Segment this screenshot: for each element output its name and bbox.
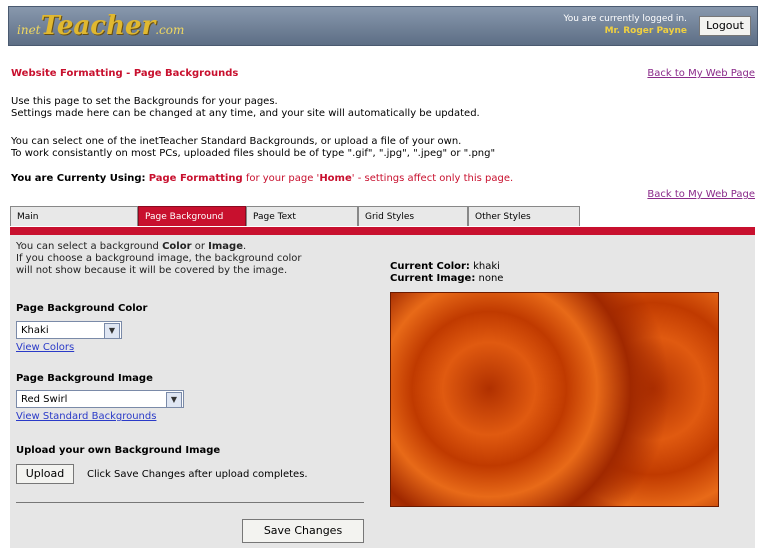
intro-or: or — [191, 241, 209, 252]
tab-main[interactable]: Main — [10, 206, 138, 226]
intro-line-2: Settings made here can be changed at any… — [11, 108, 480, 119]
intro-color: Color — [162, 241, 192, 252]
image-select[interactable]: Red Swirl ▼ — [16, 390, 184, 408]
using-mid: for your page ' — [245, 173, 320, 184]
intro-a: You can select a background — [16, 241, 163, 252]
upload-label: Upload your own Background Image — [16, 445, 221, 456]
divider — [16, 502, 364, 503]
logo-teacher: Teacher — [40, 11, 156, 41]
user-name: Mr. Roger Payne — [604, 26, 687, 36]
panel-intro: You can select a background Color or Ima… — [16, 241, 302, 277]
app-header: inetTeacher.com You are currently logged… — [8, 6, 758, 46]
color-select[interactable]: Khaki ▼ — [16, 321, 122, 339]
login-status: You are currently logged in. Mr. Roger P… — [563, 13, 687, 37]
current-image-line: Current Image: none — [390, 273, 503, 285]
chevron-down-icon[interactable]: ▼ — [166, 392, 182, 408]
logout-button[interactable]: Logout — [699, 16, 751, 36]
back-to-web-page-link-bottom[interactable]: Back to My Web Page — [647, 189, 755, 200]
tab-page-text[interactable]: Page Text — [246, 206, 358, 226]
using-value: Page Formatting — [148, 173, 243, 184]
panel-intro-line-1: You can select a background Color or Ima… — [16, 241, 302, 253]
intro-text: Use this page to set the Backgrounds for… — [11, 96, 480, 120]
image-select-value: Red Swirl — [21, 394, 68, 405]
logo-inet: inet — [17, 23, 41, 37]
current-image-value: none — [478, 273, 504, 284]
chevron-down-icon[interactable]: ▼ — [104, 323, 120, 339]
upload-button[interactable]: Upload — [16, 464, 74, 484]
using-suffix: ' - settings affect only this page. — [351, 173, 514, 184]
using-page: Home — [319, 173, 352, 184]
current-color-line: Current Color: khaki — [390, 261, 503, 273]
intro-image: Image — [208, 241, 243, 252]
page-title: Website Formatting - Page Backgrounds — [11, 68, 239, 79]
current-color-value: khaki — [473, 261, 500, 272]
current-usage-line: You are Currenty Using: Page Formatting … — [11, 173, 513, 184]
background-settings-panel: You can select a background Color or Ima… — [10, 235, 755, 548]
color-select-value: Khaki — [21, 325, 49, 336]
logged-in-text: You are currently logged in. — [563, 14, 687, 24]
intro-dot: . — [242, 241, 247, 252]
current-image-label: Current Image: — [390, 273, 476, 284]
save-changes-button[interactable]: Save Changes — [242, 519, 364, 543]
panel-intro-line-2: If you choose a background image, the ba… — [16, 253, 302, 264]
view-standard-backgrounds-link[interactable]: View Standard Backgrounds — [16, 411, 156, 422]
image-label: Page Background Image — [16, 373, 153, 384]
intro-line-1: Use this page to set the Backgrounds for… — [11, 96, 278, 107]
background-preview-image — [390, 292, 719, 507]
tab-grid-styles[interactable]: Grid Styles — [358, 206, 468, 226]
view-colors-link[interactable]: View Colors — [16, 342, 74, 353]
upload-hint: Click Save Changes after upload complete… — [87, 469, 308, 480]
tab-underline-bar — [10, 227, 755, 235]
inetteacher-logo[interactable]: inetTeacher.com — [17, 11, 184, 41]
logo-com: .com — [155, 23, 185, 37]
info-text: You can select one of the inetTeacher St… — [11, 136, 495, 160]
tab-other-styles[interactable]: Other Styles — [468, 206, 580, 226]
current-color-label: Current Color: — [390, 261, 470, 272]
tab-page-background[interactable]: Page Background — [138, 206, 246, 226]
info-line-2: To work consistantly on most PCs, upload… — [11, 148, 496, 159]
tab-strip: Main Page Background Page Text Grid Styl… — [10, 206, 755, 228]
info-line-1: You can select one of the inetTeacher St… — [11, 136, 462, 147]
current-settings: Current Color: khaki Current Image: none — [390, 261, 503, 285]
color-label: Page Background Color — [16, 303, 148, 314]
panel-intro-line-3: will not show because it will be covered… — [16, 265, 288, 276]
back-to-web-page-link-top[interactable]: Back to My Web Page — [647, 68, 755, 79]
using-prefix: You are Currenty Using: — [11, 173, 146, 184]
